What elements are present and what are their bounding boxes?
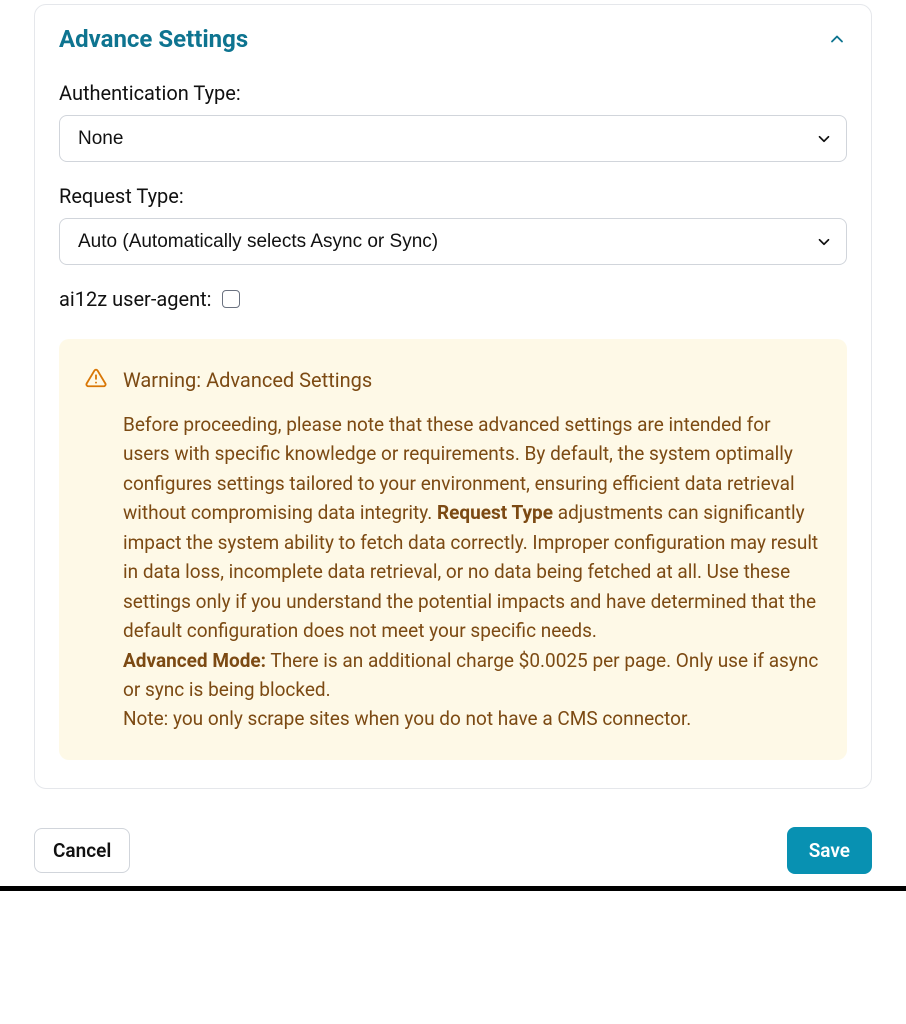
authentication-type-select[interactable]: None bbox=[59, 115, 847, 162]
user-agent-label: ai12z user-agent: bbox=[59, 287, 212, 311]
request-type-field: Request Type: Auto (Automatically select… bbox=[59, 184, 847, 265]
user-agent-field: ai12z user-agent: bbox=[59, 287, 847, 311]
request-type-label: Request Type: bbox=[59, 184, 847, 208]
warning-p4: Note: you only scrape sites when you do … bbox=[123, 707, 691, 730]
authentication-type-select-wrapper: None bbox=[59, 115, 847, 162]
chevron-up-icon bbox=[827, 29, 847, 49]
warning-body: Before proceeding, please note that thes… bbox=[123, 410, 821, 734]
save-button[interactable]: Save bbox=[787, 827, 872, 874]
bottom-divider bbox=[0, 886, 906, 891]
warning-p3-bold: Advanced Mode: bbox=[123, 649, 266, 672]
warning-title: Warning: Advanced Settings bbox=[123, 365, 821, 396]
request-type-select-wrapper: Auto (Automatically selects Async or Syn… bbox=[59, 218, 847, 265]
warning-p2-bold: Request Type bbox=[437, 501, 553, 524]
advance-settings-card: Advance Settings Authentication Type: No… bbox=[34, 4, 872, 789]
warning-content: Warning: Advanced Settings Before procee… bbox=[123, 365, 821, 734]
authentication-type-field: Authentication Type: None bbox=[59, 81, 847, 162]
warning-box: Warning: Advanced Settings Before procee… bbox=[59, 339, 847, 760]
card-title: Advance Settings bbox=[59, 25, 248, 53]
card-header[interactable]: Advance Settings bbox=[59, 25, 847, 53]
cancel-button[interactable]: Cancel bbox=[34, 828, 130, 873]
user-agent-checkbox[interactable] bbox=[222, 290, 240, 308]
authentication-type-label: Authentication Type: bbox=[59, 81, 847, 105]
warning-icon bbox=[85, 367, 107, 389]
request-type-select[interactable]: Auto (Automatically selects Async or Syn… bbox=[59, 218, 847, 265]
actions-row: Cancel Save bbox=[34, 827, 872, 882]
